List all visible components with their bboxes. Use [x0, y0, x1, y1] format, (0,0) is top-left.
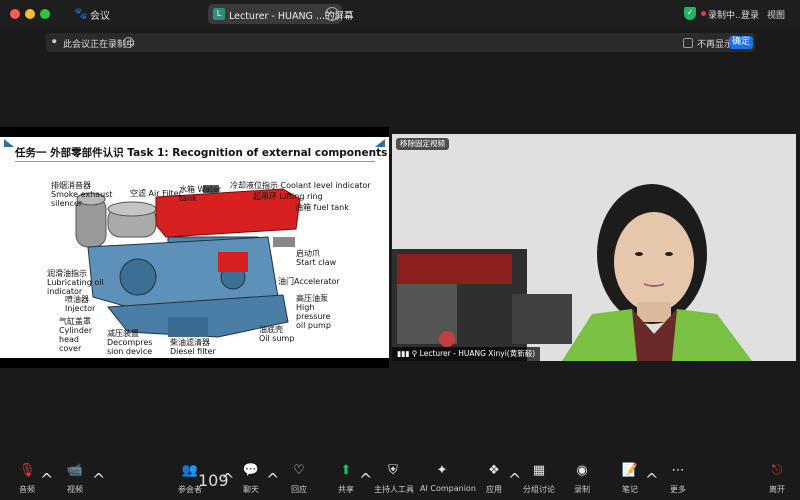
label-coolant: 冷却液位指示 Coolant level indicator	[230, 181, 371, 190]
video-button[interactable]: 📹 视频	[62, 462, 88, 495]
fullscreen-window-button[interactable]	[40, 9, 50, 19]
slide-divider	[15, 161, 375, 162]
label-water-tank: 水箱 Water tank	[179, 185, 222, 203]
host-tools-button[interactable]: ⛨ 主持人工具	[374, 462, 414, 495]
label-start-claw: 启动爪 Start claw	[296, 249, 337, 267]
reactions-button[interactable]: ♡ 回应	[288, 462, 310, 495]
minimize-window-button[interactable]	[25, 9, 35, 19]
record-button[interactable]: ◉ 录制	[571, 462, 593, 495]
apps-icon: ❖	[488, 463, 500, 478]
label-exhaust: 排烟消音器 Smoke exhaust silencer	[51, 181, 113, 208]
apps-button[interactable]: ❖ 应用	[483, 462, 505, 495]
ai-companion-button[interactable]: ✦ AI Companion	[420, 462, 476, 493]
dont-show-checkbox[interactable]	[683, 38, 693, 48]
share-options-chevron-icon[interactable]: ^	[359, 470, 372, 489]
label-head-cover: 气缸盖罩 Cylinder head cover	[59, 317, 93, 353]
sparkle-icon: ✦	[436, 463, 448, 478]
recording-banner: ⏺ 此会议正在录制中 i 不再显示 确定	[46, 33, 755, 52]
security-shield-icon[interactable]: ✓	[684, 7, 696, 20]
heart-icon: ♡	[293, 463, 305, 478]
info-icon[interactable]: i	[123, 37, 134, 48]
label-lub-indicator: 润滑油指示 Lubricating oil indicator	[47, 269, 104, 296]
chat-icon: 💬	[242, 463, 260, 478]
unpin-video-button[interactable]: 移除固定视频	[396, 138, 449, 150]
participant-video[interactable]: 移除固定视频 ▮▮▮ ⚲ Lecturer - HUANG Xinyi(黄新毅)	[392, 134, 796, 361]
grid-icon: ▦	[532, 463, 546, 478]
apps-options-chevron-icon[interactable]: ^	[508, 470, 521, 489]
dont-show-label[interactable]: 不再显示	[697, 37, 733, 50]
confirm-button[interactable]: 确定	[729, 36, 753, 49]
presentation-slide: 任务一 外部零部件认识 Task 1: Recognition of exter…	[0, 137, 389, 358]
notes-button[interactable]: 📝 笔记	[619, 462, 641, 495]
recording-dot-icon	[701, 11, 706, 16]
share-button[interactable]: ⬆ 共享	[335, 462, 357, 495]
label-air-filter: 空滤 Air Filter	[130, 189, 182, 198]
leave-button[interactable]: ⎋ 离开	[765, 462, 789, 495]
more-button[interactable]: ⋯ 更多	[667, 462, 689, 495]
video-off-icon: 📹	[66, 463, 84, 478]
participant-video-image	[392, 134, 796, 361]
notes-options-chevron-icon[interactable]: ^	[645, 470, 658, 489]
share-screen-icon: ⬆	[340, 463, 352, 478]
more-icon: ⋯	[671, 463, 685, 478]
more-options-icon[interactable]: ⋯	[325, 7, 339, 21]
participant-name: ▮▮▮ ⚲ Lecturer - HUANG Xinyi(黄新毅)	[392, 347, 541, 361]
window-titlebar: 🐾 会议 L Lecturer - HUANG ...的屏幕 ⋯ ✓ 录制中..…	[0, 0, 800, 28]
app-label: 会议	[90, 11, 110, 22]
label-accelerator: 油门Accelerator	[278, 277, 340, 286]
label-decompression: 减压装置 Decompres sion device	[107, 329, 153, 356]
slide-title: 任务一 外部零部件认识 Task 1: Recognition of exter…	[15, 147, 388, 159]
record-icon: ◉	[576, 463, 588, 478]
recording-status[interactable]: 录制中...	[708, 8, 744, 21]
meeting-toolbar: 🎙 音频 ^ 📹 视频 ^ 👥 参会者 109 ^ 💬 聊天 ^ ♡ 回应 ⬆ …	[0, 462, 800, 500]
label-diesel-filter: 柴油滤清器 Diesel filter	[170, 338, 216, 356]
slide-decoration	[4, 139, 14, 147]
shared-screen-area: 任务一 外部零部件认识 Task 1: Recognition of exter…	[0, 127, 389, 368]
audio-options-chevron-icon[interactable]: ^	[40, 470, 53, 489]
shield-icon: ⛨	[388, 463, 398, 478]
chat-options-chevron-icon[interactable]: ^	[266, 470, 279, 489]
shared-screen-title[interactable]: L Lecturer - HUANG ...的屏幕 ⋯	[208, 4, 354, 24]
recording-icon: ⏺	[52, 37, 57, 47]
view-button[interactable]: 视图	[767, 8, 785, 21]
audio-button[interactable]: 🎙 音频	[14, 462, 40, 495]
screen-share-icon: L	[213, 8, 225, 20]
leave-icon: ⎋	[771, 463, 783, 478]
paw-icon: 🐾	[74, 7, 88, 20]
notes-icon: 📝	[621, 463, 639, 478]
participants-options-chevron-icon[interactable]: ^	[221, 470, 234, 489]
video-options-chevron-icon[interactable]: ^	[92, 470, 105, 489]
breakout-rooms-button[interactable]: ▦ 分组讨论	[523, 462, 555, 495]
close-window-button[interactable]	[10, 9, 20, 19]
mic-muted-icon: 🎙	[18, 463, 36, 478]
label-oil-sump: 油底壳 Oil sump	[259, 325, 295, 343]
login-button[interactable]: 登录	[741, 8, 759, 21]
label-lifting-ring: 起吊环 Lifting ring	[253, 192, 323, 201]
label-injector: 喷油器 Injector	[65, 295, 96, 313]
label-hp-pump: 高压油泵 High pressure oil pump	[296, 294, 331, 330]
label-fuel-tank: 油箱 fuel tank	[295, 203, 349, 212]
chat-button[interactable]: 💬 聊天	[240, 462, 262, 495]
